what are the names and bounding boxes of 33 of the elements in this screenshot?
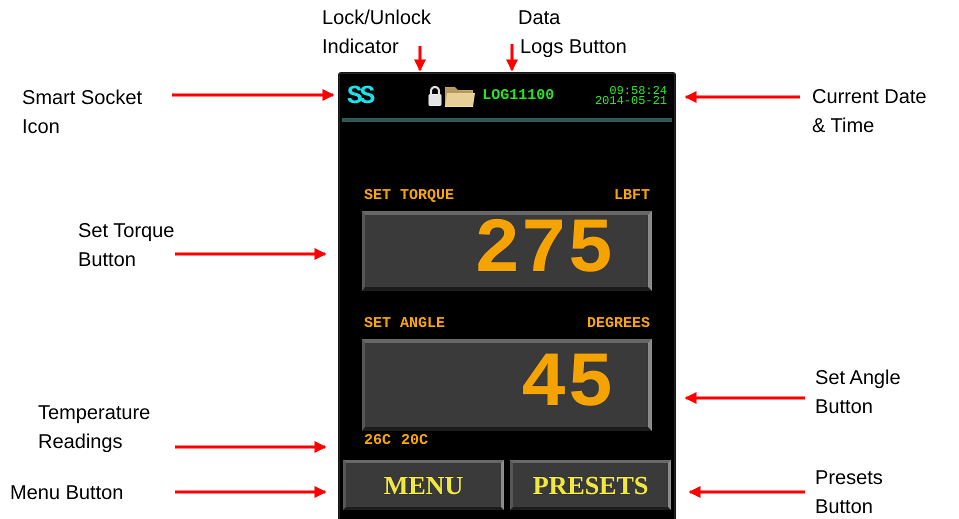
annotation-label: Presets [815, 466, 883, 491]
annotation-label: Logs Button [520, 35, 627, 60]
annotation-label: Indicator [322, 35, 399, 60]
current-date: 2014-05-21 [594, 96, 667, 106]
annotation-label: Button [815, 395, 873, 420]
annotation-label: Icon [22, 115, 60, 140]
annotation-label: Menu Button [10, 481, 124, 506]
current-time: 09:58:24 [609, 86, 667, 96]
set-torque-button[interactable]: 275 [362, 211, 652, 291]
annotation-label: Temperature [38, 401, 150, 426]
annotation-label: Readings [38, 430, 123, 455]
annotation-label: Button [78, 248, 136, 273]
temperature-reading: 20C [401, 433, 428, 448]
annotation-label: Lock/Unlock [322, 6, 431, 31]
field-unit: LBFT [614, 188, 650, 203]
annotation-label: Current Date [812, 85, 926, 110]
arrow [506, 44, 518, 72]
annotation-label: Set Torque [78, 219, 174, 244]
arrow [414, 46, 426, 72]
data-logs-button[interactable]: LOG11100 [482, 84, 554, 108]
temperature-reading: 26C [364, 433, 392, 448]
smart-socket-icon: SS [347, 83, 372, 109]
menu-button[interactable]: MENU [343, 460, 504, 510]
annotation-label: Set Angle [815, 366, 901, 391]
field-unit: DEGREES [586, 316, 650, 331]
annotation-label: & Time [812, 114, 874, 139]
annotation-label: Smart Socket [22, 86, 142, 111]
set-angle-button[interactable]: 45 [362, 339, 652, 431]
presets-button[interactable]: PRESETS [510, 460, 671, 510]
field-label: SET TORQUE [364, 188, 454, 203]
field-label: SET ANGLE [364, 316, 446, 331]
annotation-label: Button [815, 495, 873, 519]
annotation-label: Data [518, 6, 560, 31]
